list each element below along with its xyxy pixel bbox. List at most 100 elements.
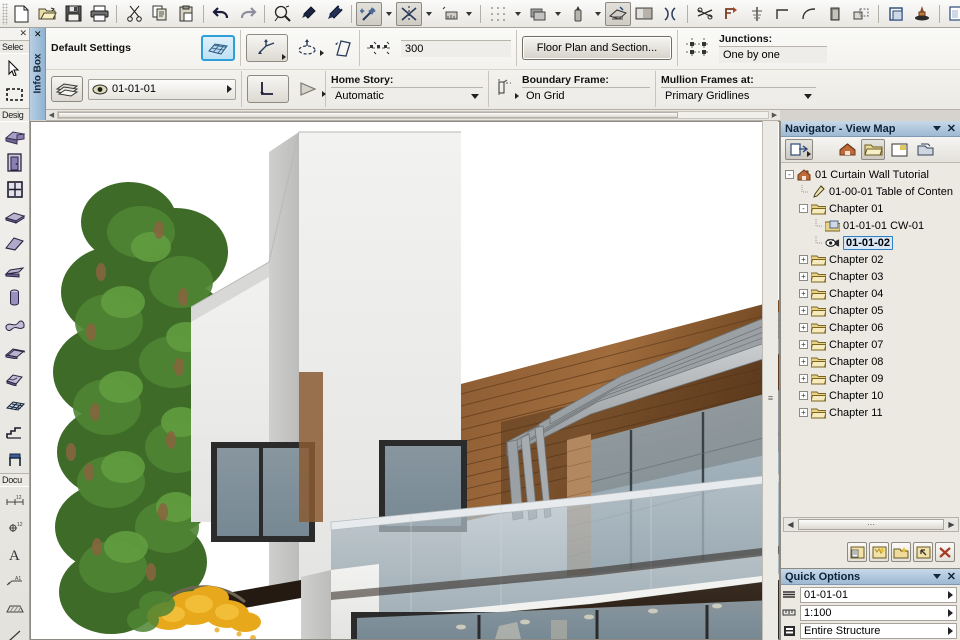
tree-item[interactable]: 01-01-02 xyxy=(781,234,960,251)
tree-item[interactable]: 01-01-01 CW-01 xyxy=(781,217,960,234)
tree-item[interactable]: + Chapter 11 xyxy=(781,404,960,421)
measure-dropdown-icon[interactable] xyxy=(462,2,476,26)
view-map-icon[interactable] xyxy=(861,139,885,160)
viewport-vertical-scrollbar[interactable]: ≡ xyxy=(762,121,778,640)
chevron-right-icon[interactable] xyxy=(948,608,953,617)
layers-icon[interactable] xyxy=(51,76,83,103)
cw-rotate-icon[interactable] xyxy=(295,38,324,58)
measure-icon[interactable] xyxy=(436,2,462,26)
collapse-toggle-icon[interactable]: - xyxy=(785,170,794,179)
magic-wand-icon[interactable] xyxy=(356,1,382,26)
layer-dropdown-icon[interactable] xyxy=(551,2,565,26)
cw-geometry-icon[interactable] xyxy=(246,34,288,63)
chevron-right-icon[interactable] xyxy=(948,626,953,635)
tree-item[interactable]: + Chapter 09 xyxy=(781,370,960,387)
tree-item[interactable]: 01-00-01 Table of Conten xyxy=(781,183,960,200)
scroll-left-arrow[interactable]: ◀ xyxy=(784,520,797,529)
print-icon[interactable] xyxy=(86,2,112,26)
scroll-left-arrow[interactable]: ◀ xyxy=(46,111,57,119)
boundary-frame-field[interactable]: On Grid xyxy=(522,87,650,105)
roof-tool-icon[interactable] xyxy=(0,230,29,257)
tree-item[interactable]: - 01 Curtain Wall Tutorial xyxy=(781,166,960,183)
layer-stack-icon[interactable] xyxy=(525,2,551,26)
chevron-down-icon[interactable] xyxy=(932,574,941,579)
junctions-field[interactable]: One by one xyxy=(719,46,827,64)
3d-render-view[interactable] xyxy=(30,121,780,640)
cut-icon[interactable] xyxy=(121,2,147,26)
grid-snap-icon[interactable] xyxy=(485,2,511,26)
settings-view-button[interactable] xyxy=(847,542,867,562)
close-view-icon[interactable] xyxy=(657,2,683,26)
floor-plan-section-button[interactable]: Floor Plan and Section... xyxy=(522,36,672,61)
expand-toggle-icon[interactable]: + xyxy=(799,255,808,264)
pen-set-icon[interactable] xyxy=(565,2,591,26)
stair-tool-icon[interactable] xyxy=(0,419,29,446)
toolbox-group-document[interactable]: Docu xyxy=(0,473,29,487)
expand-toggle-icon[interactable]: + xyxy=(799,391,808,400)
scroll-right-arrow[interactable]: ▶ xyxy=(769,111,780,119)
expand-toggle-icon[interactable]: + xyxy=(799,374,808,383)
arrow-tool-icon[interactable] xyxy=(0,54,29,81)
expand-toggle-icon[interactable]: + xyxy=(799,340,808,349)
boundary-frame-icon[interactable] xyxy=(494,77,519,101)
home-story-field[interactable]: Automatic xyxy=(331,87,483,105)
collapse-toggle-icon[interactable]: - xyxy=(799,204,808,213)
paint-icon[interactable] xyxy=(909,2,935,26)
quick-option-field[interactable]: Entire Structure xyxy=(800,622,957,639)
quick-option-field[interactable]: 01-01-01 xyxy=(800,586,957,603)
tree-item[interactable]: + Chapter 06 xyxy=(781,319,960,336)
navigator-horizontal-scrollbar[interactable]: ◀ ⋯ ▶ xyxy=(783,517,959,532)
scroll-grip[interactable]: ≡ xyxy=(768,393,773,403)
adjust-icon[interactable] xyxy=(718,2,744,26)
snap-icon[interactable] xyxy=(396,1,422,26)
curtain-wall-preview-icon[interactable] xyxy=(201,35,235,62)
quick-option-row[interactable]: 1:100 xyxy=(781,604,960,621)
expand-toggle-icon[interactable]: + xyxy=(799,408,808,417)
marquee-3d-icon[interactable] xyxy=(883,2,909,26)
pen-dropdown-icon[interactable] xyxy=(591,2,605,26)
trim-icon[interactable] xyxy=(692,2,718,26)
scroll-thumb[interactable] xyxy=(58,112,678,118)
expand-toggle-icon[interactable]: + xyxy=(799,323,808,332)
label-tool-icon[interactable]: A1 xyxy=(0,568,29,595)
window-tool-icon[interactable] xyxy=(0,176,29,203)
pipette-icon[interactable] xyxy=(295,2,321,26)
project-map-icon[interactable] xyxy=(835,139,859,160)
marquee-tool-icon[interactable] xyxy=(0,81,29,108)
quick-option-row[interactable]: 01-01-01 xyxy=(781,586,960,603)
cw-base-icon[interactable] xyxy=(247,75,289,104)
toolbox-group-select[interactable]: Selec xyxy=(0,40,29,54)
undo-icon[interactable] xyxy=(208,2,234,26)
publisher-sets-icon[interactable] xyxy=(913,139,937,160)
magic-wand-dropdown-icon[interactable] xyxy=(382,2,396,26)
find-select-icon[interactable] xyxy=(269,2,295,26)
door-tool-icon[interactable] xyxy=(0,149,29,176)
quick-options-close-button[interactable]: ✕ xyxy=(947,570,956,583)
wall-tool-icon[interactable] xyxy=(0,122,29,149)
new-icon[interactable] xyxy=(8,2,34,26)
fill-tool-icon[interactable] xyxy=(0,595,29,622)
shell-tool-icon[interactable] xyxy=(0,338,29,365)
save-view-button[interactable] xyxy=(869,542,889,562)
column-tool-icon[interactable] xyxy=(0,284,29,311)
new-window-icon[interactable] xyxy=(944,2,960,26)
curtain-wall-preview-cell[interactable] xyxy=(196,28,240,69)
text-tool-icon[interactable]: A xyxy=(0,541,29,568)
multiply-icon[interactable] xyxy=(848,2,874,26)
tree-item[interactable]: + Chapter 05 xyxy=(781,302,960,319)
organizer-icon[interactable] xyxy=(785,139,813,160)
copy-icon[interactable] xyxy=(147,2,173,26)
navigator-close-button[interactable]: ✕ xyxy=(947,122,956,135)
dimension-tool-icon[interactable]: 12 xyxy=(0,487,29,514)
save-icon[interactable] xyxy=(60,2,86,26)
info-box-scrollbar[interactable]: ◀ ▶ xyxy=(46,110,780,121)
tree-item[interactable]: + Chapter 03 xyxy=(781,268,960,285)
quick-option-row[interactable]: Entire Structure xyxy=(781,622,960,639)
tree-item[interactable]: + Chapter 10 xyxy=(781,387,960,404)
offset-icon[interactable] xyxy=(822,2,848,26)
slab-tool-icon[interactable] xyxy=(0,203,29,230)
nominal-value-field[interactable]: 300 xyxy=(401,39,511,57)
open-icon[interactable] xyxy=(34,2,60,26)
mullion-frames-field[interactable]: Primary Gridlines xyxy=(661,87,816,105)
toolbox-group-design[interactable]: Desig xyxy=(0,108,29,122)
